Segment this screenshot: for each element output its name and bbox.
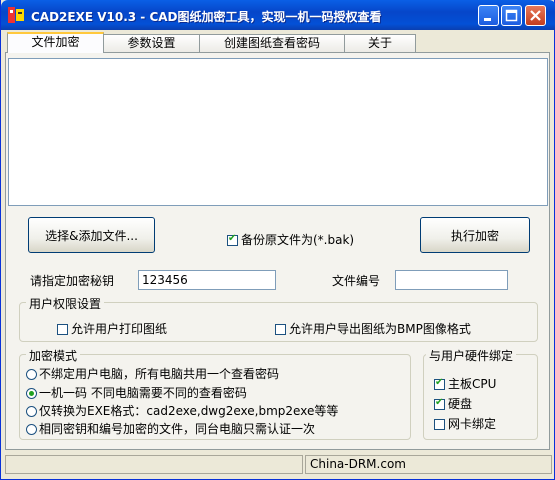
- mode-option-unbound[interactable]: 不绑定用户电脑，所有电脑共用一个查看密码: [26, 365, 279, 382]
- checkbox-icon: [434, 377, 445, 390]
- file-list[interactable]: [8, 58, 548, 206]
- radio-icon: [26, 406, 37, 417]
- checkbox-icon: [275, 324, 286, 335]
- close-button[interactable]: [525, 5, 546, 26]
- tab-create-password[interactable]: 创建图纸查看密码: [199, 34, 345, 52]
- mode-option-same-key[interactable]: 相同密钥和编号加密的文件，同台电脑只需认证一次: [26, 420, 315, 437]
- mode-option-label: 一机一码 不同电脑需要不同的查看密码: [39, 386, 247, 400]
- mode-title: 加密模式: [26, 347, 81, 364]
- select-files-button[interactable]: 选择&添加文件...: [28, 217, 155, 253]
- minimize-button[interactable]: [478, 5, 499, 26]
- bind-disk-checkbox[interactable]: 硬盘: [434, 395, 472, 412]
- allow-export-label: 允许用户导出图纸为BMP图像格式: [289, 322, 471, 336]
- close-icon: [530, 10, 541, 21]
- file-number-label: 文件编号: [332, 274, 381, 288]
- main-window: CAD2EXE V10.3 - CAD图纸加密工具，实现一机一码授权查看 文件加…: [0, 0, 555, 480]
- allow-print-checkbox[interactable]: 允许用户打印图纸: [57, 320, 167, 337]
- radio-icon: [26, 369, 37, 380]
- file-number-input[interactable]: [395, 270, 508, 290]
- tab-label: 关于: [367, 36, 392, 50]
- tab-file-encrypt[interactable]: 文件加密: [7, 32, 104, 53]
- tab-about[interactable]: 关于: [344, 34, 416, 52]
- mode-option-exe-only[interactable]: 仅转换为EXE格式：cad2exe,dwg2exe,bmp2exe等等: [26, 402, 338, 419]
- status-cell-left: [5, 455, 303, 474]
- checkbox-icon: [227, 233, 238, 246]
- checkbox-icon: [57, 324, 68, 335]
- bind-cpu-label: 主板CPU: [448, 377, 497, 391]
- maximize-icon: [505, 9, 518, 22]
- permissions-title: 用户权限设置: [26, 295, 105, 312]
- window-title: CAD2EXE V10.3 - CAD图纸加密工具，实现一机一码授权查看: [31, 10, 382, 24]
- allow-export-checkbox[interactable]: 允许用户导出图纸为BMP图像格式: [275, 320, 471, 337]
- checkbox-icon: [434, 397, 445, 410]
- mode-option-label: 相同密钥和编号加密的文件，同台电脑只需认证一次: [39, 422, 316, 436]
- title-bar[interactable]: CAD2EXE V10.3 - CAD图纸加密工具，实现一机一码授权查看: [1, 0, 555, 30]
- tab-parameters[interactable]: 参数设置: [103, 34, 200, 52]
- tab-label: 文件加密: [31, 35, 80, 49]
- allow-print-label: 允许用户打印图纸: [71, 322, 168, 336]
- checkbox-icon: [434, 419, 445, 430]
- radio-icon: [26, 388, 37, 399]
- bind-nic-checkbox[interactable]: 网卡绑定: [434, 415, 496, 432]
- bind-disk-label: 硬盘: [448, 397, 473, 411]
- backup-checkbox[interactable]: 备份原文件为(*.bak): [227, 231, 354, 248]
- radio-icon: [26, 424, 37, 435]
- status-text: China-DRM.com: [310, 457, 406, 471]
- hardware-title: 与用户硬件绑定: [426, 347, 517, 364]
- tab-label: 参数设置: [127, 36, 176, 50]
- mode-option-one-machine[interactable]: 一机一码 不同电脑需要不同的查看密码: [26, 384, 247, 401]
- bind-nic-label: 网卡绑定: [448, 417, 497, 431]
- backup-label: 备份原文件为(*.bak): [241, 233, 355, 247]
- mode-option-label: 仅转换为EXE格式：cad2exe,dwg2exe,bmp2exe等等: [39, 404, 339, 418]
- key-input[interactable]: [138, 270, 276, 290]
- select-files-label: 选择&添加文件...: [45, 228, 138, 243]
- execute-encrypt-label: 执行加密: [450, 228, 499, 243]
- mode-option-label: 不绑定用户电脑，所有电脑共用一个查看密码: [39, 367, 280, 381]
- execute-encrypt-button[interactable]: 执行加密: [420, 217, 530, 253]
- status-bar: China-DRM.com: [5, 455, 552, 475]
- key-label: 请指定加密秘钥: [30, 274, 115, 288]
- bind-cpu-checkbox[interactable]: 主板CPU: [434, 375, 496, 392]
- tab-label: 创建图纸查看密码: [223, 36, 320, 50]
- minimize-icon: [484, 18, 491, 21]
- maximize-button[interactable]: [501, 5, 522, 26]
- status-cell-right: China-DRM.com: [305, 455, 552, 474]
- app-icon: [8, 7, 24, 23]
